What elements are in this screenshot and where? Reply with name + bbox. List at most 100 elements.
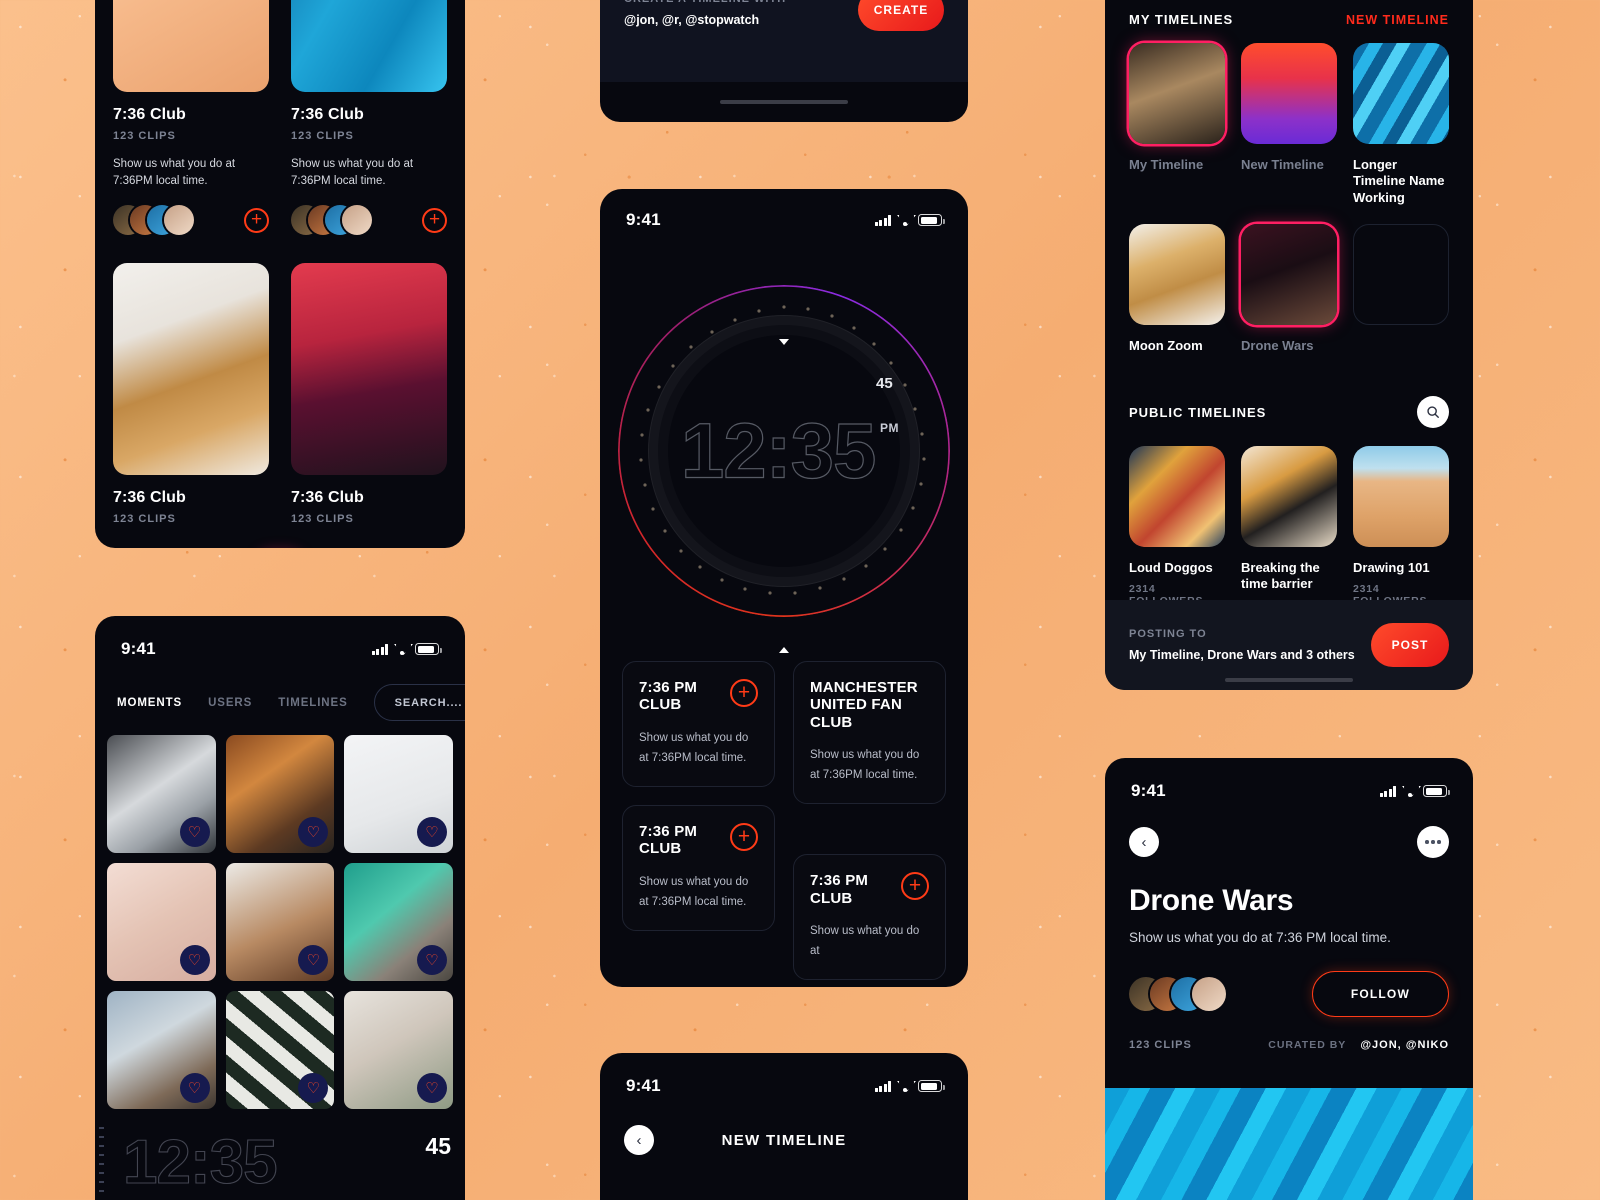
like-heart-icon[interactable]: ♡ — [416, 817, 447, 847]
posting-info: POSTING TO My Timeline, Drone Wars and 3… — [1129, 628, 1355, 662]
like-heart-icon[interactable]: ♡ — [179, 1073, 210, 1103]
more-options-button[interactable] — [1417, 826, 1449, 858]
phone-create-timeline-screen: @jon @jon @jon CREATE A TIMELINE WITH @j… — [600, 0, 968, 122]
timeline-card[interactable]: New Timeline — [1241, 43, 1337, 206]
join-club-button[interactable]: + — [901, 872, 929, 901]
clip-card[interactable]: 7:36 Club 123 CLIPS — [113, 263, 269, 525]
club-card[interactable]: 7:36 PM CLUB + Show us what you do at 7:… — [622, 661, 775, 788]
public-timeline-card[interactable]: Breaking the time barrier 2314 FOLLOWERS — [1241, 446, 1337, 624]
back-button[interactable]: ‹ — [1129, 827, 1159, 857]
timeline-card[interactable]: Longer Timeline Name Working — [1353, 43, 1449, 206]
moment-cell[interactable]: ♡ — [225, 991, 335, 1109]
clock-dial[interactable]: 12:35 45 PM — [600, 241, 968, 661]
cellular-signal-icon — [874, 1081, 891, 1092]
club-description: Show us what you do at — [810, 925, 920, 958]
club-column-left: 7:36 PM CLUB + Show us what you do at 7:… — [622, 661, 775, 932]
search-button[interactable] — [1417, 396, 1449, 428]
timeline-thumbnail — [1129, 446, 1225, 547]
my-timelines-label: MY TIMELINES — [1129, 12, 1234, 27]
cellular-signal-icon — [1379, 786, 1396, 797]
moment-cell[interactable]: ♡ — [107, 735, 216, 853]
club-card[interactable]: 7:36 PM CLUB + Show us what you do at — [793, 854, 946, 981]
ghost-time-value: 12:35 — [122, 1127, 278, 1197]
add-clip-button[interactable]: + — [244, 207, 269, 233]
club-title: MANCHESTER UNITED FAN CLUB — [810, 679, 918, 731]
search-input[interactable]: SEARCH.... — [373, 684, 465, 721]
join-club-button[interactable]: + — [730, 679, 758, 707]
add-clip-button[interactable]: + — [422, 207, 447, 233]
moment-cell[interactable]: ♡ — [344, 991, 453, 1109]
public-timeline-card[interactable]: Drawing 101 2314 FOLLOWERS — [1353, 446, 1449, 624]
timeline-card[interactable]: Drone Wars — [1241, 223, 1337, 354]
tab-users[interactable]: USERS — [208, 697, 252, 709]
tab-timelines[interactable]: TIMELINES — [278, 697, 347, 709]
back-button[interactable]: ‹ — [624, 1125, 654, 1155]
status-icons — [874, 214, 945, 226]
timeline-card[interactable]: My Timeline — [1129, 43, 1225, 206]
clip-title: 7:36 Club — [291, 489, 364, 507]
clip-description: Show us what you do at 7:36PM local time… — [291, 158, 414, 187]
timeline-card[interactable]: Moon Zoom — [1129, 223, 1225, 354]
curated-by-value: @JON, @NIKO — [1360, 1039, 1449, 1051]
timeline-thumbnail — [1241, 446, 1337, 547]
cellular-signal-icon — [371, 644, 388, 655]
moment-cell[interactable]: ♡ — [344, 735, 453, 853]
post-button[interactable]: POST — [1371, 623, 1449, 667]
top-marker-icon — [779, 339, 789, 345]
status-bar: 9:41 — [1105, 770, 1473, 812]
clip-card-footer: + — [291, 205, 447, 236]
timeline-name: Drawing 101 — [1353, 560, 1430, 575]
join-club-button[interactable]: + — [730, 823, 758, 852]
nav-bar: ‹ NEW TIMELINE — [600, 1107, 968, 1155]
club-card[interactable]: 7:36 PM CLUB + Show us what you do at 7:… — [622, 805, 775, 932]
home-indicator — [1225, 678, 1353, 682]
timeline-name: New Timeline — [1241, 157, 1324, 172]
follow-button[interactable]: FOLLOW — [1311, 971, 1449, 1017]
clip-card[interactable]: 7:36 Club 123 CLIPS Show us what you do … — [291, 0, 447, 236]
status-bar: 9:41 — [600, 1065, 968, 1107]
club-card[interactable]: MANCHESTER UNITED FAN CLUB Show us what … — [793, 661, 946, 805]
moment-cell[interactable]: ♡ — [107, 863, 216, 981]
battery-icon — [918, 1080, 945, 1092]
club-column-right: MANCHESTER UNITED FAN CLUB Show us what … — [793, 661, 946, 981]
status-time: 9:41 — [121, 639, 156, 658]
public-timelines-label: PUBLIC TIMELINES — [1129, 404, 1267, 420]
clip-card[interactable]: 7:36 Club 123 CLIPS Show us what you do … — [113, 0, 269, 236]
timeline-thumbnail — [1129, 43, 1225, 144]
like-heart-icon[interactable]: ♡ — [298, 817, 329, 847]
like-heart-icon[interactable]: ♡ — [179, 817, 210, 847]
timeline-name: Breaking the time barrier — [1241, 560, 1320, 592]
moment-cell[interactable]: ♡ — [225, 735, 335, 853]
tab-moments[interactable]: MOMENTS — [117, 697, 182, 709]
clip-title: 7:36 Club — [113, 489, 186, 507]
club-card-header: 7:36 PM CLUB + — [639, 823, 758, 858]
new-timeline-button[interactable]: NEW TIMELINE — [1346, 13, 1449, 27]
timeline-card-empty[interactable] — [1353, 223, 1449, 354]
public-timelines-header: PUBLIC TIMELINES — [1105, 396, 1473, 428]
moment-cell[interactable]: ♡ — [107, 991, 216, 1109]
timeline-thumbnail — [1353, 43, 1449, 144]
my-timelines-header: MY TIMELINES NEW TIMELINE — [1105, 12, 1473, 27]
clip-thumbnail — [291, 263, 447, 476]
create-caption: CREATE A TIMELINE WITH — [624, 0, 786, 5]
timeline-name: My Timeline — [1129, 157, 1204, 172]
battery-icon — [415, 643, 442, 655]
like-heart-icon[interactable]: ♡ — [416, 1073, 447, 1103]
like-heart-icon[interactable]: ♡ — [298, 1073, 329, 1103]
moment-cell[interactable]: ♡ — [344, 863, 453, 981]
create-button[interactable]: CREATE — [858, 0, 944, 31]
clip-count: 123 CLIPS — [291, 130, 354, 142]
like-heart-icon[interactable]: ♡ — [298, 945, 329, 975]
clip-title: 7:36 Club — [113, 106, 186, 123]
club-title: 7:36 PM CLUB — [639, 679, 698, 714]
meta-row: 123 CLIPS CURATED BY @JON, @NIKO — [1105, 1017, 1473, 1051]
moment-cell[interactable]: ♡ — [225, 863, 335, 981]
like-heart-icon[interactable]: ♡ — [179, 945, 210, 975]
phone-clips-screen: 7:36 Club 123 CLIPS Show us what you do … — [95, 0, 465, 548]
clip-card[interactable]: 7:36 Club 123 CLIPS — [291, 263, 447, 525]
current-ampm: PM — [880, 421, 899, 435]
status-bar: 9:41 — [600, 199, 968, 241]
like-heart-icon[interactable]: ♡ — [416, 945, 447, 975]
public-timeline-card[interactable]: Loud Doggos 2314 FOLLOWERS — [1129, 446, 1225, 624]
clip-thumbnail — [113, 263, 269, 476]
